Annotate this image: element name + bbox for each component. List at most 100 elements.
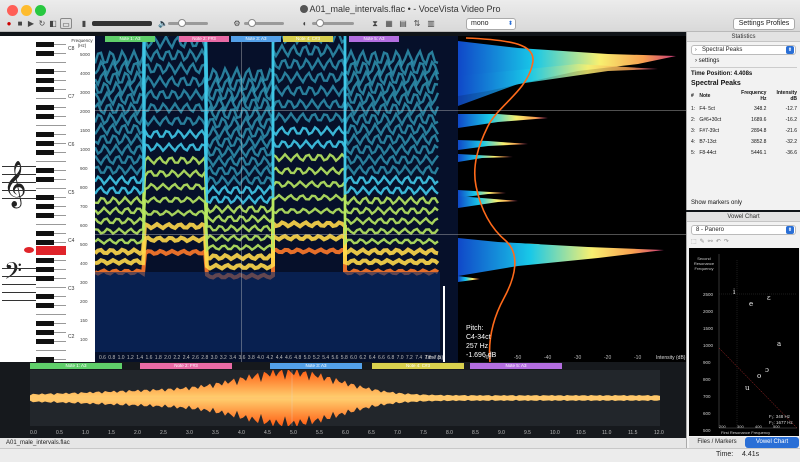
camera-icon[interactable]: ◧ bbox=[48, 18, 58, 29]
vowel-chart-panel-title: Vowel Chart bbox=[687, 212, 800, 222]
time-tick-label: 2.0 bbox=[164, 355, 172, 361]
gear-icon[interactable]: ⚙ bbox=[232, 18, 242, 29]
time-tick-label: 3.0 bbox=[210, 355, 218, 361]
loop-button[interactable]: ↻ bbox=[37, 18, 47, 29]
playhead-icon[interactable]: ⧗ bbox=[370, 18, 380, 29]
waveform-note-marker[interactable]: Note 5: A3 bbox=[470, 363, 562, 369]
note-label: C8 bbox=[68, 46, 75, 52]
vowel-set-select[interactable]: 8 - Panero ⬍ bbox=[691, 225, 796, 235]
note-marker[interactable]: Note 2: F#3 bbox=[179, 36, 229, 42]
frequency-label: 200 bbox=[80, 299, 88, 304]
redo-icon[interactable]: ↷ bbox=[724, 239, 732, 245]
cursor-horizontal-line bbox=[95, 110, 458, 111]
spectrum-plot bbox=[458, 37, 676, 362]
frequency-label: 1000 bbox=[80, 147, 91, 152]
waveform-note-marker[interactable]: Note 1: A3 bbox=[30, 363, 122, 369]
undo-icon[interactable]: ↶ bbox=[716, 239, 724, 245]
vowel-y-tick-label: 500 bbox=[703, 428, 711, 433]
time-tick-label: 6.2 bbox=[359, 355, 367, 361]
peak-note: B7-13ct bbox=[699, 138, 717, 145]
frequency-label: 600 bbox=[80, 223, 88, 228]
waveform-time-label: 3.0 bbox=[186, 430, 193, 436]
volume-slider[interactable] bbox=[168, 19, 208, 27]
cursor-vertical-line bbox=[241, 36, 242, 362]
statistics-type-select[interactable]: › Spectral Peaks ⬍ bbox=[691, 45, 796, 55]
black-key bbox=[36, 258, 54, 263]
black-key bbox=[36, 177, 54, 182]
spectrum-icon[interactable]: ▦ bbox=[384, 18, 394, 29]
frequency-label: 900 bbox=[80, 166, 88, 171]
grid-icon[interactable]: ▥ bbox=[426, 18, 436, 29]
play-button[interactable]: ▶ bbox=[26, 18, 36, 29]
file-name: A01_male_intervals.flac bbox=[309, 4, 406, 14]
waveform-time-label: 1.0 bbox=[82, 430, 89, 436]
tab-files-markers[interactable]: Files / Markers bbox=[689, 437, 745, 448]
layout-icon[interactable]: ▤ bbox=[398, 18, 408, 29]
show-markers-only-checkbox[interactable]: Show markers only bbox=[691, 200, 742, 206]
sync-icon[interactable]: ⇅ bbox=[412, 18, 422, 29]
note-label: C3 bbox=[68, 286, 75, 292]
intensity-axis-title: Intensity (dB) bbox=[656, 355, 686, 361]
status-bar: Time: 4.41s bbox=[0, 448, 800, 462]
app-window: A01_male_intervals.flac • - VoceVista Vi… bbox=[0, 0, 800, 462]
settings-profiles-button[interactable]: Settings Profiles bbox=[733, 18, 795, 30]
time-tick-label: 0.8 bbox=[108, 355, 116, 361]
time-tick-label: 1.2 bbox=[126, 355, 134, 361]
file-tab[interactable]: A01_male_intervals.flac bbox=[0, 438, 686, 448]
speaker-icon: 🔈 bbox=[158, 19, 168, 28]
waveform-track[interactable] bbox=[30, 370, 660, 426]
waveform-time-label: 10.5 bbox=[576, 430, 586, 436]
vowel-y-tick-label: 1500 bbox=[703, 326, 714, 331]
intensity-tick-label: -10 bbox=[634, 355, 642, 361]
time-tick-label: 5.2 bbox=[312, 355, 320, 361]
pointer-icon[interactable]: ⬚ bbox=[691, 239, 700, 245]
pen-icon[interactable]: ✎ bbox=[700, 239, 708, 245]
waveform-note-marker[interactable]: Note 3: A3 bbox=[270, 363, 362, 369]
waveform-note-marker[interactable]: Note 4: C#3 bbox=[372, 363, 464, 369]
time-tick-label: 1.0 bbox=[117, 355, 125, 361]
note-marker[interactable]: Note 1: A3 bbox=[105, 36, 155, 42]
waveform-time-label: 7.5 bbox=[420, 430, 427, 436]
black-key bbox=[36, 339, 54, 344]
spectrum-view[interactable]: Pitch: C4-34ct 257 Hz -1.696 dB -60 -50 -4… bbox=[458, 36, 686, 362]
time-tick-label: 6.4 bbox=[368, 355, 376, 361]
note-marker[interactable]: Note 3: A3 bbox=[231, 36, 281, 42]
black-key bbox=[36, 132, 54, 137]
f1-readout: F₁: 348 Hz bbox=[769, 414, 791, 419]
pitch-key-highlight bbox=[36, 246, 66, 255]
time-tick-label: 3.8 bbox=[247, 355, 255, 361]
pitch-hz-value: 257 Hz bbox=[466, 343, 489, 350]
channel-mode-select[interactable]: mono ⬍ bbox=[466, 18, 516, 30]
stop-button[interactable]: ■ bbox=[15, 18, 25, 29]
gain-slider[interactable] bbox=[244, 19, 284, 27]
time-tick-label: 4.4 bbox=[275, 355, 283, 361]
note-marker[interactable]: Note 4: C#3 bbox=[283, 36, 333, 42]
pitch-note-value: C4-34ct bbox=[466, 334, 491, 341]
note-marker[interactable]: Note 5: A3 bbox=[349, 36, 399, 42]
waveform-view-button[interactable]: ▭ bbox=[60, 18, 72, 29]
vowel-chart[interactable]: Second Resonance Frequency First Resonan… bbox=[689, 248, 799, 436]
statistics-settings-toggle[interactable]: › settings bbox=[691, 58, 800, 64]
app-logo-icon bbox=[299, 5, 308, 13]
spectrogram[interactable]: Note 1: A3 Note 2: F#3 Note 3: A3 Note 4: C… bbox=[95, 36, 458, 362]
vowel-y-axis-title: Second Resonance Frequency bbox=[693, 256, 715, 271]
contrast-icon[interactable]: ◐ bbox=[300, 18, 310, 29]
col-frequency: Frequency Hz bbox=[741, 90, 767, 102]
time-tick-label: 1.4 bbox=[136, 355, 144, 361]
time-tick-label: 1.8 bbox=[154, 355, 162, 361]
vowel-x-tick-label: 200 bbox=[719, 424, 726, 429]
time-tick-label: 5.8 bbox=[340, 355, 348, 361]
link-icon[interactable]: ⚯ bbox=[708, 239, 716, 245]
time-tick-label: 7.0 bbox=[396, 355, 404, 361]
tab-vowel-chart[interactable]: Vowel Chart bbox=[745, 437, 799, 448]
vowel-x-tick-label: 500 bbox=[773, 424, 780, 429]
waveform-note-marker[interactable]: Note 2: F#3 bbox=[140, 363, 232, 369]
waveform-panel[interactable]: Note 1: A3 Note 2: F#3 Note 3: A3 Note 4: C… bbox=[0, 362, 686, 438]
staff-line bbox=[2, 166, 36, 167]
vowel-y-tick-label: 600 bbox=[703, 411, 711, 416]
record-button[interactable]: ● bbox=[4, 18, 14, 29]
time-tick-label: 5.0 bbox=[303, 355, 311, 361]
bottom-panel-tabs: Files / Markers Vowel Chart bbox=[687, 437, 800, 448]
contrast-slider[interactable] bbox=[312, 19, 354, 27]
vowel-x-tick-label: 300 bbox=[737, 424, 744, 429]
